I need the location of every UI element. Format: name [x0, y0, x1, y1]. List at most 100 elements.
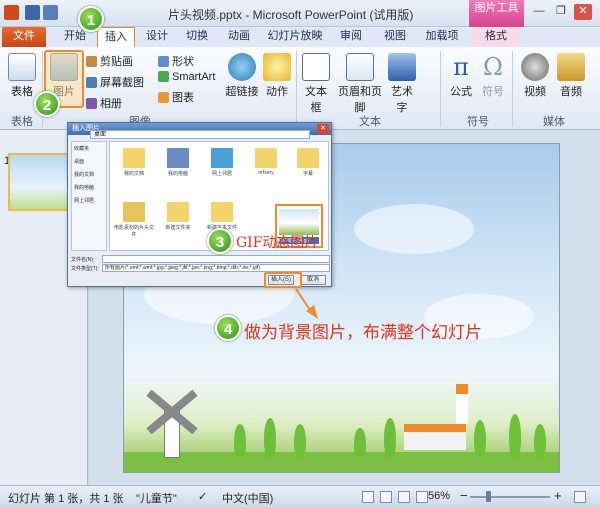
clipart-button[interactable]: 剪贴画	[86, 53, 133, 69]
normal-view-button[interactable]	[362, 491, 374, 503]
nav-item-network[interactable]: 网上邻居	[72, 194, 106, 207]
filename-label: 文件名(N):	[71, 257, 95, 263]
tab-file[interactable]: 文件	[2, 27, 46, 47]
filetype-label: 文件类型(T):	[71, 266, 99, 272]
group-separator	[296, 51, 297, 127]
gif-note: GIF动态图片	[236, 235, 319, 251]
chart-button[interactable]: 图表	[158, 89, 194, 105]
dialog-close-button[interactable]: ✕	[317, 124, 329, 134]
step-3-callout: 3	[207, 228, 233, 254]
slideshow-button[interactable]	[416, 491, 428, 503]
folder-icon	[167, 202, 189, 222]
spellcheck-icon[interactable]: ✓	[198, 490, 207, 503]
group-separator	[440, 51, 441, 127]
group-label-table: 表格	[11, 116, 33, 128]
screenshot-button[interactable]: 屏幕截图	[86, 74, 144, 90]
dialog-path-field[interactable]: 桌面	[90, 130, 310, 139]
file-item[interactable]: 新建文件夹	[158, 202, 198, 231]
file-item[interactable]: 字幕	[288, 148, 328, 177]
tree-decoration	[264, 418, 276, 458]
tab-animations[interactable]: 动画	[222, 27, 256, 47]
network-icon	[211, 148, 233, 168]
step-1-callout: 1	[78, 6, 104, 32]
reading-view-button[interactable]	[398, 491, 410, 503]
nav-item-documents[interactable]: 我的文档	[72, 168, 106, 181]
cloud-decoration	[354, 204, 474, 254]
star-icon	[263, 53, 291, 81]
zoom-slider-thumb[interactable]	[486, 491, 491, 502]
tree-decoration	[384, 418, 396, 458]
close-button[interactable]: ✕	[574, 4, 592, 20]
grass-decoration	[124, 452, 559, 472]
zoom-in-button[interactable]: +	[554, 488, 562, 503]
formula-button[interactable]: π 公式	[446, 53, 476, 99]
tab-format[interactable]: 格式	[472, 27, 520, 47]
slide-sorter-button[interactable]	[380, 491, 392, 503]
omega-icon: Ω	[483, 53, 503, 81]
background-note: 做为背景图片，布满整个幻灯片	[244, 323, 482, 343]
chart-icon	[158, 92, 169, 103]
tab-addins[interactable]: 加载项	[420, 27, 464, 47]
speaker-icon	[557, 53, 585, 81]
header-footer-button[interactable]: 页眉和页脚	[336, 53, 384, 115]
zoom-out-button[interactable]: −	[460, 488, 468, 503]
video-button[interactable]: 视频	[520, 53, 550, 99]
cancel-button[interactable]: 取消	[300, 275, 326, 285]
filename-field[interactable]	[102, 255, 330, 263]
zoom-level[interactable]: 56%	[428, 490, 450, 502]
group-label-symbols: 符号	[467, 116, 489, 128]
album-button[interactable]: 相册	[86, 95, 122, 111]
language-status[interactable]: 中文(中国)	[222, 490, 273, 506]
file-item[interactable]: 网上邻居	[202, 148, 242, 177]
clipart-icon	[86, 56, 97, 67]
undo-icon[interactable]	[43, 5, 58, 20]
step-2-callout: 2	[34, 91, 60, 117]
folder-icon	[255, 148, 277, 168]
film-reel-icon	[521, 53, 549, 81]
tab-slideshow[interactable]: 幻灯片放映	[265, 27, 325, 47]
wordart-button[interactable]: 艺术字	[386, 53, 418, 115]
shapes-button[interactable]: 形状	[158, 53, 194, 69]
smartart-button[interactable]: SmartArt	[158, 71, 215, 83]
powerpoint-logo-icon	[4, 5, 19, 20]
tree-decoration	[534, 424, 546, 458]
hyperlink-button[interactable]: 超链接	[224, 53, 260, 99]
window-title: 片头视频.pptx - Microsoft PowerPoint (试用版)	[168, 8, 414, 22]
tab-review[interactable]: 审阅	[334, 27, 368, 47]
tree-decoration	[234, 424, 246, 458]
folder-icon	[297, 148, 319, 168]
textbox-button[interactable]: 文本框	[300, 53, 332, 115]
pi-icon: π	[453, 53, 469, 81]
zoom-slider[interactable]	[470, 496, 550, 498]
status-bar: 幻灯片 第 1 张，共 1 张 "儿童节" ✓ 中文(中国) 56% − +	[0, 485, 600, 507]
file-item[interactable]: nrfsery	[246, 148, 286, 176]
nav-item-computer[interactable]: 我的电脑	[72, 181, 106, 194]
globe-icon	[228, 53, 256, 81]
action-button[interactable]: 动作	[262, 53, 292, 99]
tab-design[interactable]: 设计	[140, 27, 174, 47]
slide-info: 幻灯片 第 1 张，共 1 张	[8, 493, 124, 505]
file-item[interactable]: 我的文档	[114, 148, 154, 177]
tab-transitions[interactable]: 切换	[180, 27, 214, 47]
file-item[interactable]: 新建文本文件	[202, 202, 242, 231]
picture-tools-label: 图片工具	[469, 0, 524, 27]
file-item[interactable]: 我的电脑	[158, 148, 198, 177]
tree-decoration	[509, 414, 521, 458]
audio-button[interactable]: 音频	[556, 53, 586, 99]
insert-picture-dialog: 插入图片 ✕ 桌面 收藏夹 桌面 我的文档 我的电脑 网上邻居 我的文档 我的电…	[67, 122, 332, 287]
table-icon	[8, 53, 36, 81]
tab-insert[interactable]: 插入	[97, 27, 135, 47]
save-icon[interactable]	[25, 5, 40, 20]
restore-button[interactable]: ❐	[552, 4, 570, 20]
table-button[interactable]: 表格	[6, 53, 38, 99]
tab-view[interactable]: 视图	[378, 27, 412, 47]
nav-item-desktop[interactable]: 桌面	[72, 155, 106, 168]
fit-to-window-button[interactable]	[574, 491, 586, 503]
minimize-button[interactable]: —	[530, 4, 548, 20]
nav-item-favorites[interactable]: 收藏夹	[72, 142, 106, 155]
file-item[interactable]: 电影素材的片头文件	[114, 202, 154, 238]
group-label-media: 媒体	[543, 116, 565, 128]
filetype-select[interactable]: 所有图片(*.emf;*.wmf;*.jpg;*.jpeg;*.jfif;*.j…	[102, 264, 330, 272]
group-label-text: 文本	[359, 116, 381, 128]
symbol-button[interactable]: Ω 符号	[478, 53, 508, 99]
